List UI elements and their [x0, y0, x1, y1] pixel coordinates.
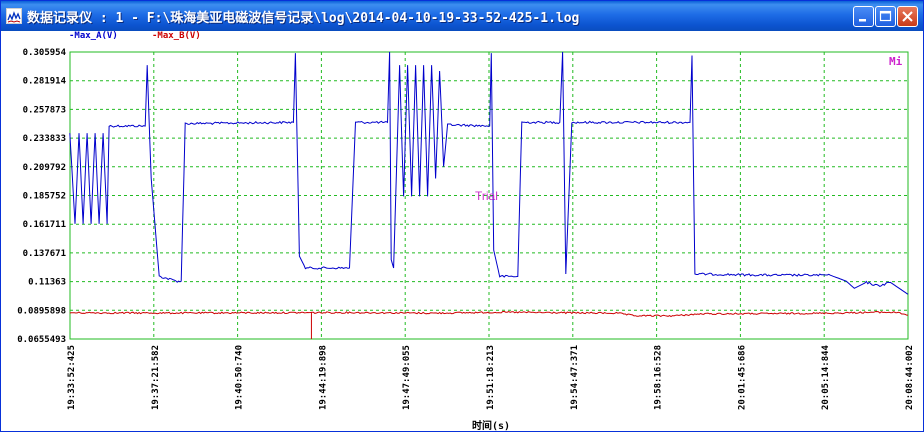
y-tick-label: 0.0895898	[17, 306, 66, 316]
x-tick-label: 19:40:50:740	[235, 345, 245, 410]
minimize-icon	[859, 19, 866, 22]
close-icon	[902, 11, 913, 22]
y-tick-label: 0.257873	[23, 105, 66, 115]
title-bar[interactable]: 数据记录仪 : 1 - F:\珠海美亚电磁波信号记录\log\2014-04-1…	[1, 1, 923, 31]
x-tick-label: 19:33:52:425	[67, 345, 77, 410]
app-icon	[6, 8, 22, 24]
window-title: 数据记录仪 : 1 - F:\珠海美亚电磁波信号记录\log\2014-04-1…	[27, 11, 580, 26]
y-tick-label: 0.281914	[23, 77, 67, 87]
minimize-button[interactable]	[853, 6, 874, 27]
x-tick-label: 19:44:19:898	[318, 345, 328, 410]
y-tick-label: 0.161711	[23, 220, 66, 230]
y-tick-label: 0.0655493	[17, 335, 66, 345]
line-chart: 0.305954 0.281914 0.257873 0.233833 0.209792…	[17, 48, 915, 410]
x-axis-label: 时间(s)	[472, 421, 511, 432]
y-tick-label: 0.305954	[23, 48, 67, 58]
close-button[interactable]	[897, 6, 918, 27]
y-tick-label: 0.233833	[23, 134, 66, 144]
x-tick-label: 19:58:16:528	[654, 345, 664, 410]
x-tick-label: 19:47:49:055	[402, 345, 412, 410]
x-tick-label: 19:37:21:582	[151, 345, 161, 410]
y-tick-label: 0.137671	[23, 249, 66, 259]
app-window: 数据记录仪 : 1 - F:\珠海美亚电磁波信号记录\log\2014-04-1…	[0, 0, 924, 432]
x-tick-label: 20:01:45:686	[737, 345, 747, 410]
y-tick-label: 0.185752	[23, 191, 66, 201]
y-tick-label: 0.209792	[23, 163, 66, 173]
x-tick-label: 19:51:18:213	[486, 345, 496, 410]
x-tick-label: 19:54:47:371	[570, 345, 580, 410]
trial-watermark: Trial	[475, 189, 498, 203]
x-tick-label: 20:05:14:844	[821, 344, 831, 410]
corner-marker: Mi	[889, 55, 903, 68]
y-tick-label: 0.11363	[28, 278, 66, 288]
maximize-icon	[879, 10, 892, 22]
maximize-button[interactable]	[875, 6, 896, 27]
x-tick-label: 20:08:44:002	[905, 345, 915, 410]
chart-area[interactable]: -Max_A(V) -Max_B(V) 0.305954 0.281914 0.25…	[1, 31, 923, 432]
